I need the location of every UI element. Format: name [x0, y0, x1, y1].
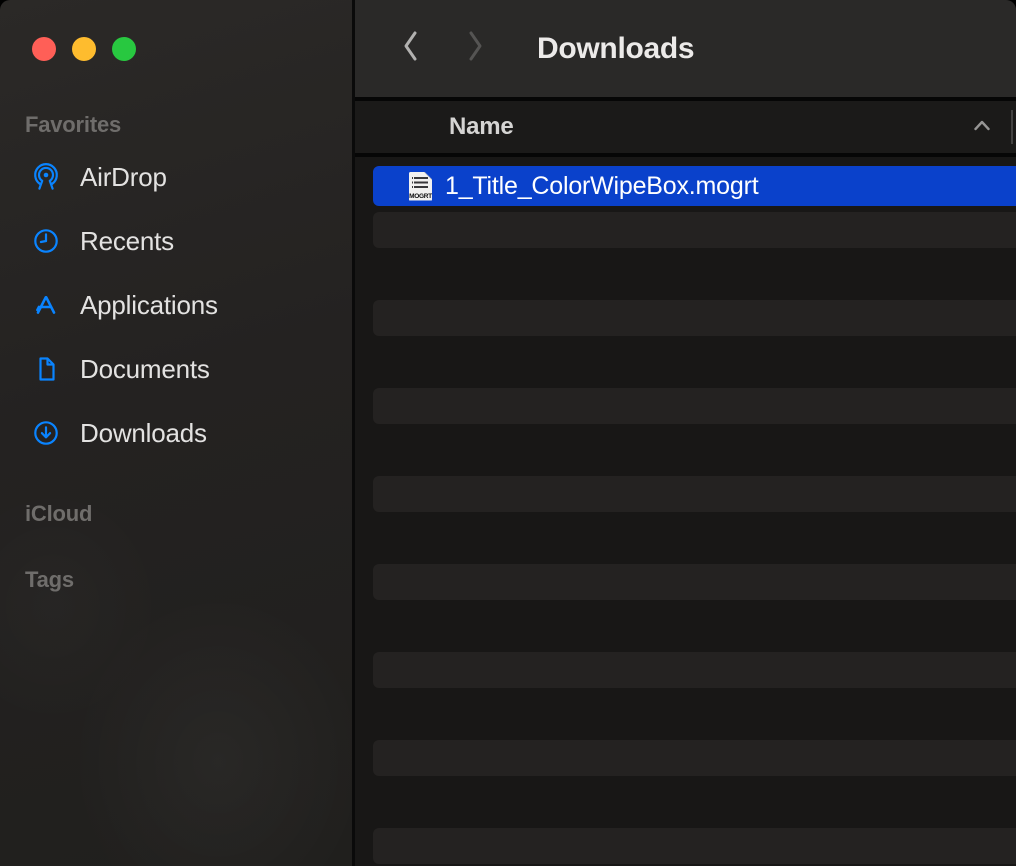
chevron-right-icon: [464, 28, 486, 69]
clock-icon: [31, 226, 61, 256]
file-type-badge: MOGRT: [409, 193, 432, 200]
sidebar-favorites-items: AirDrop Recents: [0, 145, 352, 465]
empty-row: [355, 208, 1016, 252]
sidebar-item-recents[interactable]: Recents: [0, 209, 352, 273]
download-circle-icon: [31, 418, 61, 448]
window-controls: [0, 0, 352, 61]
empty-row: [355, 824, 1016, 866]
finder-window: Favorites AirDrop: [0, 0, 1016, 866]
sidebar-section-icloud: iCloud: [0, 501, 352, 527]
empty-row: [355, 604, 1016, 648]
file-list: MOGRT 1_Title_ColorWipeBox.mogrt: [355, 157, 1016, 866]
sidebar-item-airdrop[interactable]: AirDrop: [0, 145, 352, 209]
back-button[interactable]: [399, 29, 423, 69]
empty-row: [355, 296, 1016, 340]
empty-row: [355, 428, 1016, 472]
sidebar-item-applications[interactable]: Applications: [0, 273, 352, 337]
zoom-button[interactable]: [112, 37, 136, 61]
sidebar-item-label: Applications: [80, 290, 218, 321]
file-name: 1_Title_ColorWipeBox.mogrt: [445, 172, 758, 201]
sidebar-item-label: Recents: [80, 226, 174, 257]
column-resize-divider[interactable]: [1011, 110, 1013, 144]
sidebar-item-downloads[interactable]: Downloads: [0, 401, 352, 465]
empty-row: [355, 692, 1016, 736]
empty-row: [355, 340, 1016, 384]
sidebar-item-label: AirDrop: [80, 162, 167, 193]
sidebar-section-favorites: Favorites: [0, 112, 352, 138]
sort-ascending-icon[interactable]: [970, 116, 994, 136]
empty-row: [355, 472, 1016, 516]
column-header-name[interactable]: Name: [355, 113, 514, 141]
airdrop-icon: [31, 162, 61, 192]
main-pane: Downloads Name MOGRT 1_: [355, 0, 1016, 866]
empty-row: [355, 780, 1016, 824]
mogrt-file-icon: MOGRT: [409, 172, 432, 201]
sidebar-item-documents[interactable]: Documents: [0, 337, 352, 401]
applications-icon: [31, 290, 61, 320]
empty-row: [355, 736, 1016, 780]
sidebar-section-tags: Tags: [0, 567, 352, 593]
sidebar-item-label: Documents: [80, 354, 210, 385]
file-row[interactable]: MOGRT 1_Title_ColorWipeBox.mogrt: [355, 164, 1016, 208]
empty-row: [355, 560, 1016, 604]
empty-row: [355, 516, 1016, 560]
document-icon: [31, 354, 61, 384]
empty-row: [355, 384, 1016, 428]
empty-row: [355, 252, 1016, 296]
chevron-left-icon: [400, 28, 422, 69]
sidebar: Favorites AirDrop: [0, 0, 355, 866]
minimize-button[interactable]: [72, 37, 96, 61]
doc-text-lines: [414, 177, 428, 188]
close-button[interactable]: [32, 37, 56, 61]
empty-row: [355, 648, 1016, 692]
toolbar: Downloads: [355, 0, 1016, 101]
sidebar-item-label: Downloads: [80, 418, 207, 449]
page-title: Downloads: [537, 32, 694, 66]
forward-button[interactable]: [463, 29, 487, 69]
list-header: Name: [355, 101, 1016, 157]
